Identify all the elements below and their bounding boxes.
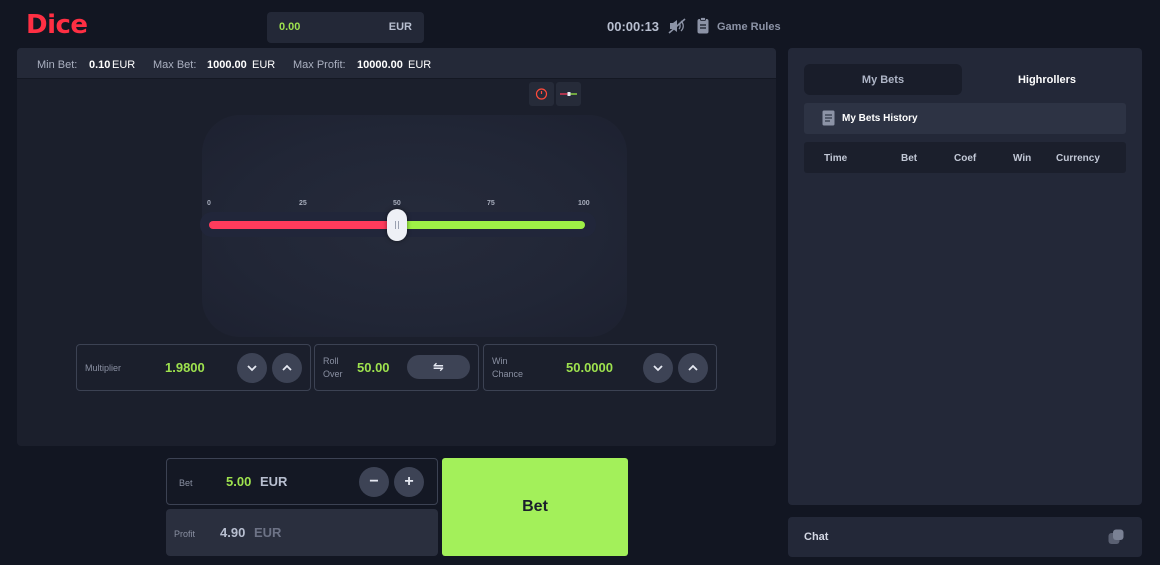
win-chance-control: Win Chance 50.0000: [483, 344, 717, 391]
win-chance-value[interactable]: 50.0000: [566, 360, 613, 375]
multiplier-control: Multiplier 1.9800: [76, 344, 311, 391]
lose-range: [209, 221, 399, 229]
roll-over-control: Roll Over 50.00 ⇋: [314, 344, 479, 391]
multiplier-decrease-button[interactable]: [237, 353, 267, 383]
win-range: [399, 221, 585, 229]
roll-label-line1: Roll: [323, 356, 339, 366]
chat-label: Chat: [804, 531, 829, 543]
swap-icon: ⇋: [433, 359, 444, 374]
max-profit-label: Max Profit:: [293, 59, 346, 71]
bet-amount-input[interactable]: 5.00: [226, 474, 251, 489]
scale-label-75: 75: [487, 200, 495, 207]
col-win: Win: [1013, 153, 1032, 164]
bets-table-header: Time Bet Coef Win Currency: [804, 142, 1126, 173]
chance-increase-button[interactable]: [678, 353, 708, 383]
my-bets-history-header[interactable]: My Bets History: [804, 103, 1126, 134]
swap-direction-button[interactable]: ⇋: [407, 355, 470, 379]
tab-highrollers[interactable]: Highrollers: [968, 64, 1126, 95]
place-bet-button[interactable]: Bet: [442, 458, 628, 556]
profit-label: Profit: [174, 529, 196, 539]
chevron-down-icon: [653, 365, 663, 372]
tab-my-bets[interactable]: My Bets: [804, 64, 962, 95]
slider-mode-button[interactable]: [556, 82, 581, 106]
chat-toggle-icon[interactable]: [1108, 529, 1124, 545]
document-icon[interactable]: [697, 17, 709, 34]
col-bet: Bet: [901, 153, 918, 164]
bet-label: Bet: [179, 478, 193, 488]
my-bets-history-label: My Bets History: [842, 113, 918, 124]
bet-amount-control: Bet 5.00 EUR − +: [166, 458, 438, 505]
bet-limits-bar: Min Bet: 0.10 EUR Max Bet: 1000.00 EUR M…: [17, 48, 776, 79]
min-bet-label: Min Bet:: [37, 59, 78, 71]
max-profit-value: 10000.00: [357, 59, 403, 71]
scale-label-100: 100: [578, 200, 590, 207]
slider-handle[interactable]: [387, 209, 407, 241]
scale-label-50: 50: [393, 200, 401, 207]
max-profit-currency: EUR: [408, 59, 432, 71]
max-bet-label: Max Bet:: [153, 59, 197, 71]
profit-currency: EUR: [254, 525, 282, 540]
bets-panel: My Bets Highrollers My Bets History Time…: [788, 48, 1142, 505]
max-bet-value: 1000.00: [207, 59, 247, 71]
min-bet-currency: EUR: [112, 59, 136, 71]
profit-display: Profit 4.90 EUR: [166, 509, 438, 556]
autoplay-button[interactable]: [529, 82, 554, 106]
chance-decrease-button[interactable]: [643, 353, 673, 383]
col-time: Time: [824, 153, 848, 164]
profit-amount: 4.90: [220, 525, 246, 540]
multiplier-label: Multiplier: [85, 363, 122, 373]
receipt-icon: [822, 110, 835, 126]
chevron-down-icon: [247, 365, 257, 372]
chevron-up-icon: [688, 364, 698, 371]
bet-decrease-button[interactable]: −: [359, 467, 389, 497]
session-timer: 00:00:13: [607, 19, 660, 34]
scale-label-0: 0: [207, 200, 211, 207]
chevron-up-icon: [282, 364, 292, 371]
balance-currency: EUR: [388, 21, 412, 33]
game-panel: Min Bet: 0.10 EUR Max Bet: 1000.00 EUR M…: [17, 48, 776, 446]
chance-label-line1: Win: [492, 356, 508, 366]
balance-amount: 0.00: [279, 21, 301, 33]
min-bet-value: 0.10: [89, 59, 111, 71]
bet-increase-button[interactable]: +: [394, 467, 424, 497]
clock-icon: [535, 88, 548, 100]
col-currency: Currency: [1056, 153, 1100, 164]
chance-label-line2: Chance: [492, 369, 524, 379]
scale-label-25: 25: [299, 200, 307, 207]
minus-icon: −: [369, 473, 379, 490]
multiplier-increase-button[interactable]: [272, 353, 302, 383]
sound-off-icon[interactable]: [668, 18, 686, 34]
slider-icon: [560, 92, 577, 96]
max-bet-currency: EUR: [252, 59, 276, 71]
multiplier-value[interactable]: 1.9800: [165, 360, 205, 375]
col-coef: Coef: [954, 153, 977, 164]
roll-label-line2: Over: [323, 369, 343, 379]
dice-logo: Dice: [26, 10, 88, 40]
plus-icon: +: [404, 473, 414, 490]
chat-bar[interactable]: Chat: [788, 517, 1142, 557]
balance-display: 0.00 EUR: [267, 12, 424, 43]
bet-currency: EUR: [260, 474, 288, 489]
roll-over-value[interactable]: 50.00: [357, 360, 390, 375]
game-rules-link[interactable]: Game Rules: [717, 21, 781, 33]
